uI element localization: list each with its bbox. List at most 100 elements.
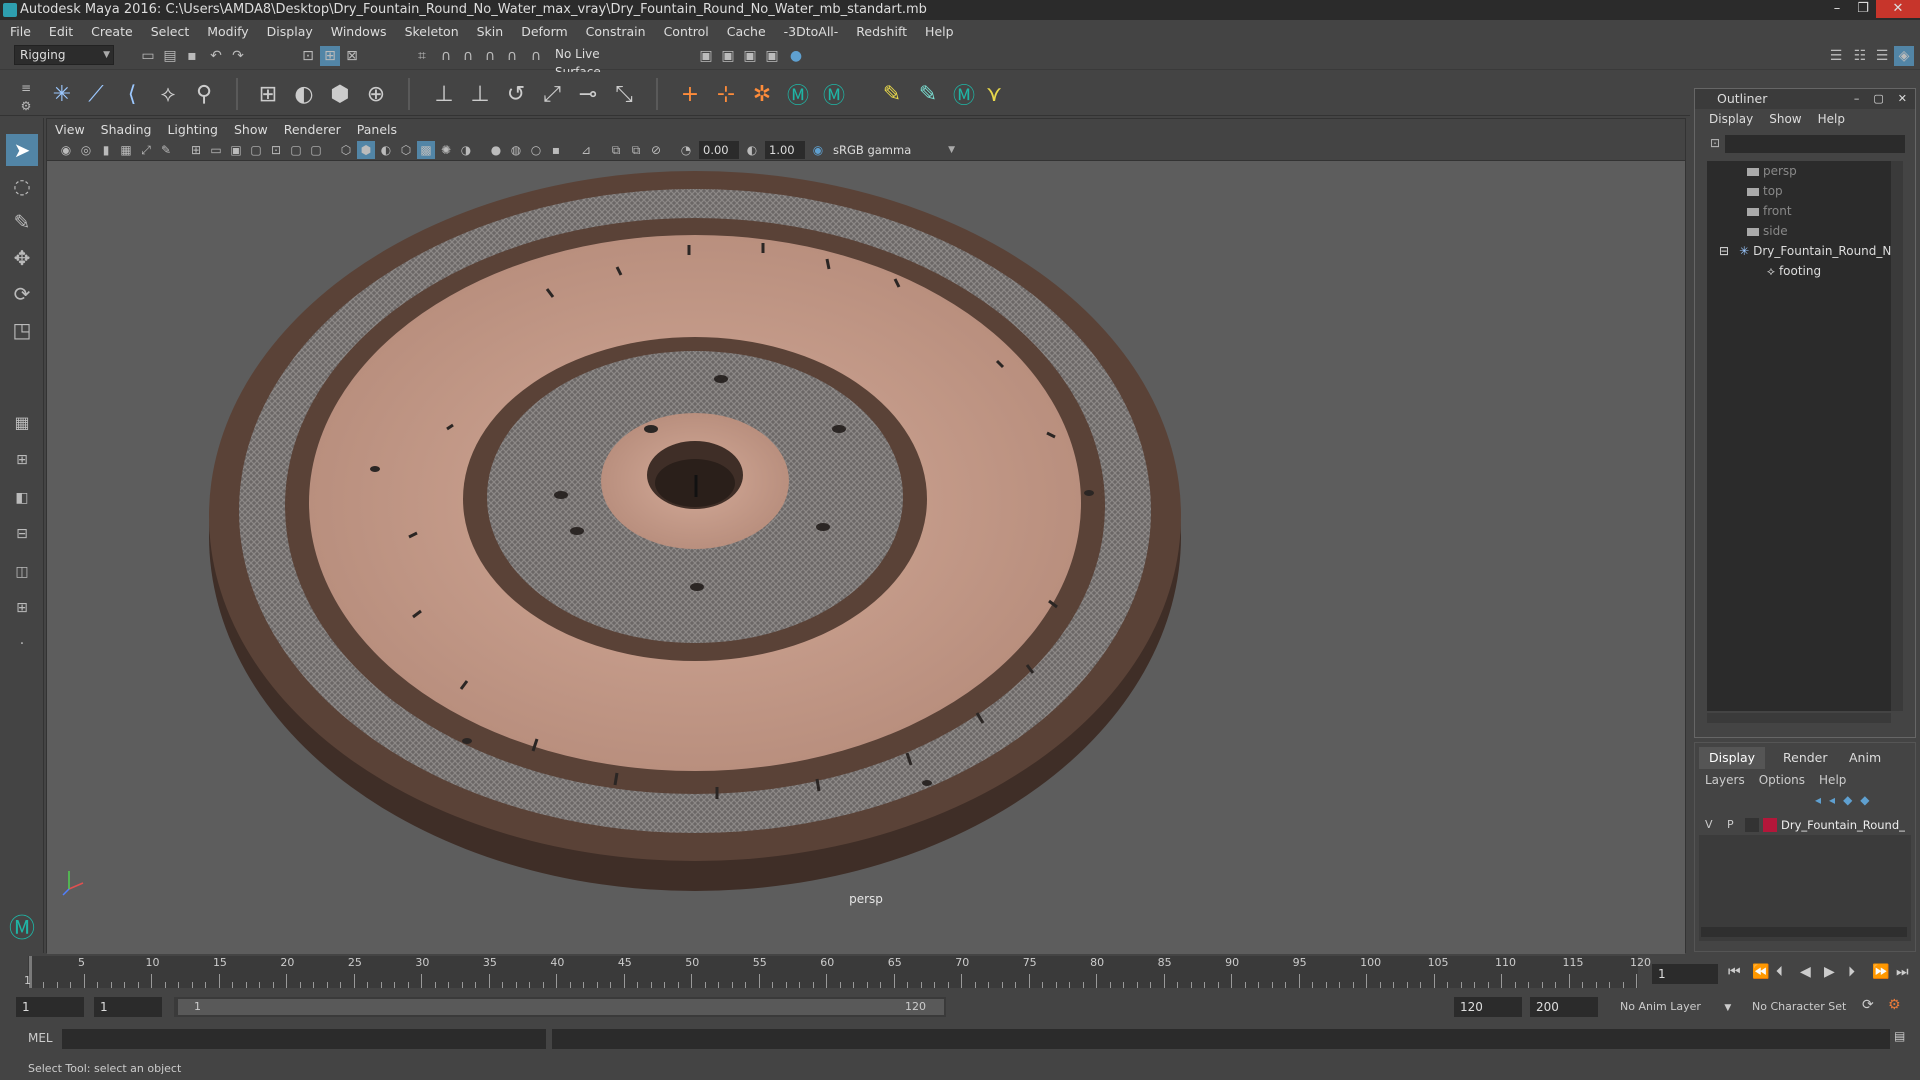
insert-joint-icon[interactable]: ⟡ (152, 78, 184, 110)
undo-icon[interactable]: ↶ (206, 46, 226, 66)
menu-file[interactable]: File (10, 24, 31, 39)
outliner-menu-help[interactable]: Help (1818, 112, 1845, 126)
mel-command-input[interactable] (62, 1029, 546, 1049)
skeleton-icon[interactable]: ⚲ (188, 78, 220, 110)
point-constraint-icon[interactable]: ⊥ (464, 78, 496, 110)
outliner-menu-show[interactable]: Show (1769, 112, 1801, 126)
lasso-tool-icon[interactable]: ◌ (6, 170, 38, 202)
save-scene-icon[interactable]: ▪ (182, 46, 202, 66)
minimize-icon[interactable]: – (1824, 0, 1850, 18)
tab-render[interactable]: Render (1773, 747, 1838, 769)
screen-space-ao-icon[interactable]: ● (487, 141, 505, 159)
redo-icon[interactable]: ↷ (228, 46, 248, 66)
layer-menu-options[interactable]: Options (1759, 773, 1805, 787)
blend-shape-icon[interactable]: ⋎ (978, 78, 1010, 110)
gamma-field[interactable]: 1.00 (765, 141, 805, 159)
layer-menu-layers[interactable]: Layers (1705, 773, 1745, 787)
move-tool-icon[interactable]: ✥ (6, 242, 38, 274)
snap-view-icon[interactable]: ∩ (480, 46, 500, 66)
select-tool-icon[interactable]: ➤ (6, 134, 38, 166)
outliner-item-persp[interactable]: persp (1747, 161, 1797, 181)
paint-weights-icon[interactable]: ✎ (876, 78, 908, 110)
use-all-lights-icon[interactable]: ✺ (437, 141, 455, 159)
snap-surface-icon[interactable]: ∩ (502, 46, 522, 66)
outliner-minimize-icon[interactable]: – (1854, 92, 1860, 105)
film-gate-icon[interactable]: ▭ (207, 141, 225, 159)
ipr-render-icon[interactable]: ▣ (740, 46, 760, 66)
animation-start-field[interactable]: 1 (16, 997, 84, 1017)
outliner-horizontal-scrollbar[interactable] (1707, 713, 1891, 723)
step-back-key-icon[interactable]: ⏪ (1752, 964, 1769, 980)
anim-layer-dropdown[interactable]: No Anim Layer ▼ (1620, 1000, 1731, 1013)
resolution-gate-icon[interactable]: ▣ (227, 141, 245, 159)
joint-orient-icon[interactable]: ⊹ (710, 78, 742, 110)
persp-outliner-layout-icon[interactable]: ◧ (6, 482, 38, 514)
playback-end-field[interactable]: 120 (1454, 997, 1522, 1017)
render-settings-icon[interactable]: ▣ (696, 46, 716, 66)
menu-cache[interactable]: Cache (727, 24, 766, 39)
render-frame-icon[interactable]: ▣ (718, 46, 738, 66)
menu-windows[interactable]: Windows (331, 24, 387, 39)
layer-name[interactable]: Dry_Fountain_Round_ (1781, 818, 1905, 832)
attribute-editor-icon[interactable]: ☷ (1850, 46, 1870, 66)
xray-components-icon[interactable]: ⊘ (647, 141, 665, 159)
play-forwards-icon[interactable]: ▶ (1824, 964, 1835, 980)
tab-display[interactable]: Display (1699, 747, 1766, 769)
open-scene-icon[interactable]: ▤ (160, 46, 180, 66)
modeling-toolkit-icon[interactable]: ☰ (1826, 46, 1846, 66)
shelf-menu-icon[interactable]: ≡ (16, 78, 36, 98)
gate-mask-icon[interactable]: ▢ (247, 141, 265, 159)
shadows-icon[interactable]: ◑ (457, 141, 475, 159)
animation-preferences-icon[interactable]: ⚙ (1888, 997, 1901, 1013)
depth-of-field-icon[interactable]: ▪ (547, 141, 565, 159)
select-hierarchy-icon[interactable]: ⊡ (298, 46, 318, 66)
outliner-filter-icon[interactable]: ⊡ (1705, 133, 1725, 153)
layer-color-swatch[interactable] (1763, 818, 1777, 832)
textured-icon[interactable]: ▩ (417, 141, 435, 159)
menu-3dtoall[interactable]: -3DtoAll- (784, 24, 839, 39)
script-editor-icon[interactable]: ▤ (1894, 1029, 1905, 1043)
new-scene-icon[interactable]: ▭ (138, 46, 158, 66)
bookmark-icon[interactable]: ▮ (97, 141, 115, 159)
panel-menu-lighting[interactable]: Lighting (167, 122, 218, 137)
wireframe-icon[interactable]: ⬡ (337, 141, 355, 159)
use-default-material-icon[interactable]: ◐ (377, 141, 395, 159)
menu-skeleton[interactable]: Skeleton (405, 24, 459, 39)
panel-menu-renderer[interactable]: Renderer (284, 122, 341, 137)
time-ruler[interactable]: 5 10 15 20 25 30 35 40 45 50 55 60 65 70 75 80 85 90 95 100… (28, 956, 1651, 988)
pole-vector-icon[interactable]: ⤡ (608, 78, 640, 110)
tool-settings-icon[interactable]: ☰ (1872, 46, 1892, 66)
menu-modify[interactable]: Modify (207, 24, 248, 39)
outliner-menu-display[interactable]: Display (1709, 112, 1753, 126)
rotate-tool-icon[interactable]: ⟳ (6, 278, 38, 310)
color-management-icon[interactable]: ◉ (809, 141, 827, 159)
custom-layout-icon[interactable]: · (6, 628, 38, 660)
animation-end-field[interactable]: 200 (1530, 997, 1598, 1017)
ik-handle-icon[interactable]: ⟋ (80, 78, 112, 110)
panel-menu-show[interactable]: Show (234, 122, 268, 137)
auto-key-icon[interactable]: ⟳ (1862, 997, 1874, 1013)
four-view-layout-icon[interactable]: ⊞ (6, 444, 38, 476)
camera-select-icon[interactable]: ◉ (57, 141, 75, 159)
exposure-field[interactable]: 0.00 (699, 141, 739, 159)
snap-grid-icon[interactable]: ⌗ (412, 46, 432, 66)
menu-help[interactable]: Help (925, 24, 954, 39)
mel-label[interactable]: MEL (28, 1031, 53, 1045)
range-slider-handle[interactable]: 1 120 (178, 999, 944, 1015)
menu-constrain[interactable]: Constrain (586, 24, 646, 39)
2d-pan-zoom-icon[interactable]: ⤢ (137, 141, 155, 159)
channel-box-icon[interactable]: ◈ (1894, 46, 1914, 66)
layer-playback-toggle[interactable]: P (1727, 818, 1734, 831)
parent-constraint-icon[interactable]: ⊥ (428, 78, 460, 110)
restore-icon[interactable]: ❐ (1850, 0, 1876, 18)
menu-select[interactable]: Select (151, 24, 190, 39)
anti-aliasing-icon[interactable]: ○ (527, 141, 545, 159)
hypershade-layout-icon[interactable]: ◫ (6, 556, 38, 588)
move-layer-down-icon[interactable]: ◂ (1829, 793, 1835, 807)
time-slider[interactable]: 5 10 15 20 25 30 35 40 45 50 55 60 65 70 75 80 85 90 95 100… (0, 954, 1920, 992)
move-layer-up-icon[interactable]: ◂ (1815, 793, 1821, 807)
go-to-start-icon[interactable]: ⏮ (1728, 964, 1741, 980)
outliner-item-side[interactable]: side (1747, 221, 1788, 241)
layer-row[interactable]: V P Dry_Fountain_Round_ (1699, 815, 1911, 835)
shelf-settings-icon[interactable]: ⚙ (16, 96, 36, 116)
